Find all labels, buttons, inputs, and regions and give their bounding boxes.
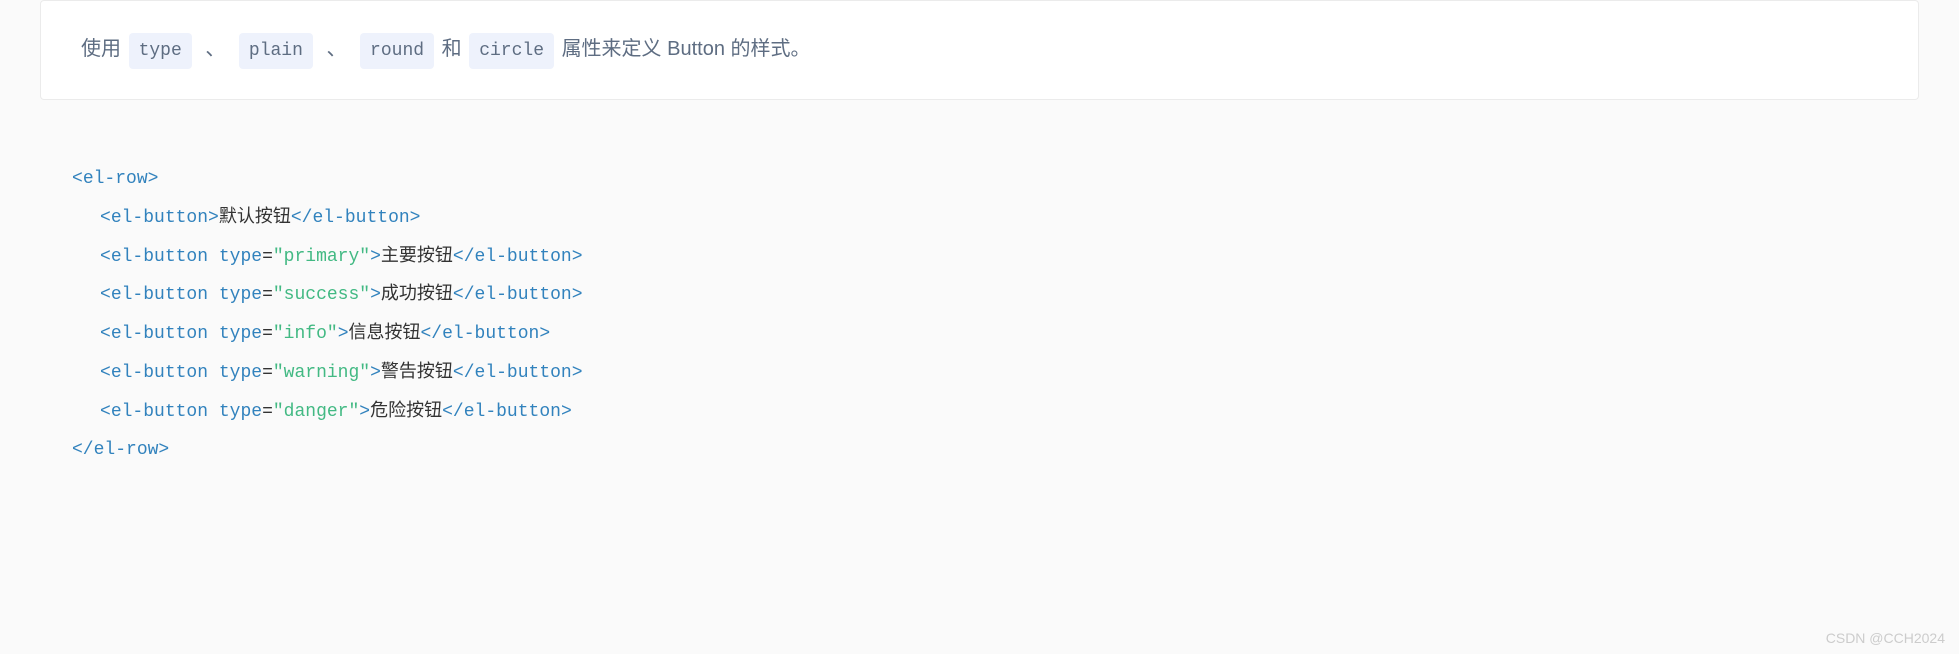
- tag-name: el-button: [111, 324, 208, 344]
- tag-name: el-button: [111, 363, 208, 383]
- attr-eq: =: [262, 363, 273, 383]
- description-box: 使用 type 、 plain 、 round 和 circle 属性来定义 B…: [40, 0, 1919, 100]
- code-line-button: <el-button type="primary">主要按钮</el-butto…: [72, 238, 1887, 277]
- tag-close-bracket: >: [370, 363, 381, 383]
- tag-open-bracket: </: [453, 247, 475, 267]
- tag-name: el-row: [94, 440, 159, 460]
- tag-open-bracket: <: [100, 285, 111, 305]
- tag-close-bracket: >: [158, 440, 169, 460]
- code-circle: circle: [469, 33, 554, 69]
- attr-value: "primary": [273, 247, 370, 267]
- description-text: 使用 type 、 plain 、 round 和 circle 属性来定义 B…: [81, 31, 1878, 69]
- tag-close-bracket: >: [572, 247, 583, 267]
- code-plain: plain: [239, 33, 313, 69]
- code-line-button: <el-button type="info">信息按钮</el-button>: [72, 315, 1887, 354]
- tag-open-bracket: </: [291, 208, 313, 228]
- tag-name: el-button: [475, 247, 572, 267]
- attr-value: "info": [273, 324, 338, 344]
- tag-close-bracket: >: [148, 169, 159, 189]
- tag-text: 成功按钮: [381, 285, 453, 305]
- tag-open-bracket: </: [421, 324, 443, 344]
- tag-open-bracket: <: [100, 402, 111, 422]
- tag-open-bracket: <: [72, 169, 83, 189]
- tag-close-bracket: >: [572, 285, 583, 305]
- code-line-button: <el-button type="danger">危险按钮</el-button…: [72, 393, 1887, 432]
- attr-eq: =: [262, 285, 273, 305]
- tag-close-bracket: >: [561, 402, 572, 422]
- tag-name: el-button: [442, 324, 539, 344]
- attr-name: type: [219, 285, 262, 305]
- tag-name: el-button: [312, 208, 409, 228]
- code-line-button: <el-button type="warning">警告按钮</el-butto…: [72, 354, 1887, 393]
- attr-name: type: [219, 402, 262, 422]
- attr-value: "success": [273, 285, 370, 305]
- tag-close-bracket: >: [370, 247, 381, 267]
- attr-name: type: [219, 247, 262, 267]
- tag-close-bracket: >: [572, 363, 583, 383]
- tag-name: el-button: [111, 402, 208, 422]
- tag-name: el-button: [475, 363, 572, 383]
- code-block: <el-row> <el-button>默认按钮</el-button><el-…: [0, 140, 1959, 490]
- code-line-row-close: </el-row>: [72, 431, 1887, 470]
- tag-close-bracket: >: [539, 324, 550, 344]
- attr-value: "danger": [273, 402, 359, 422]
- code-line-button: <el-button>默认按钮</el-button>: [72, 199, 1887, 238]
- tag-close-bracket: >: [370, 285, 381, 305]
- tag-name: el-row: [83, 169, 148, 189]
- separator: 、: [205, 38, 225, 60]
- tag-open-bracket: </: [72, 440, 94, 460]
- tag-name: el-button: [475, 285, 572, 305]
- tag-text: 主要按钮: [381, 247, 453, 267]
- attr-eq: =: [262, 247, 273, 267]
- tag-name: el-button: [111, 208, 208, 228]
- tag-open-bracket: </: [453, 363, 475, 383]
- tag-open-bracket: <: [100, 363, 111, 383]
- tag-open-bracket: <: [100, 324, 111, 344]
- tag-text: 危险按钮: [370, 402, 442, 422]
- separator: 、: [326, 38, 346, 60]
- attr-name: type: [219, 363, 262, 383]
- tag-name: el-button: [111, 285, 208, 305]
- code-round: round: [360, 33, 434, 69]
- desc-prefix: 使用: [81, 38, 121, 60]
- attr-eq: =: [262, 324, 273, 344]
- tag-open-bracket: <: [100, 208, 111, 228]
- tag-name: el-button: [111, 247, 208, 267]
- tag-open-bracket: </: [442, 402, 464, 422]
- watermark: CSDN @CCH2024: [1826, 630, 1945, 646]
- tag-open-bracket: <: [100, 247, 111, 267]
- tag-name: el-button: [464, 402, 561, 422]
- attr-eq: =: [262, 402, 273, 422]
- desc-and: 和: [442, 38, 462, 60]
- code-line-row-open: <el-row>: [72, 160, 1887, 199]
- attr-name: type: [219, 324, 262, 344]
- tag-text: 警告按钮: [381, 363, 453, 383]
- tag-text: 默认按钮: [219, 208, 291, 228]
- code-line-button: <el-button type="success">成功按钮</el-butto…: [72, 276, 1887, 315]
- tag-text: 信息按钮: [349, 324, 421, 344]
- code-type: type: [129, 33, 192, 69]
- tag-open-bracket: </: [453, 285, 475, 305]
- attr-value: "warning": [273, 363, 370, 383]
- desc-suffix: 属性来定义 Button 的样式。: [562, 38, 811, 60]
- tag-close-bracket: >: [338, 324, 349, 344]
- tag-close-bracket: >: [359, 402, 370, 422]
- tag-close-bracket: >: [410, 208, 421, 228]
- tag-close-bracket: >: [208, 208, 219, 228]
